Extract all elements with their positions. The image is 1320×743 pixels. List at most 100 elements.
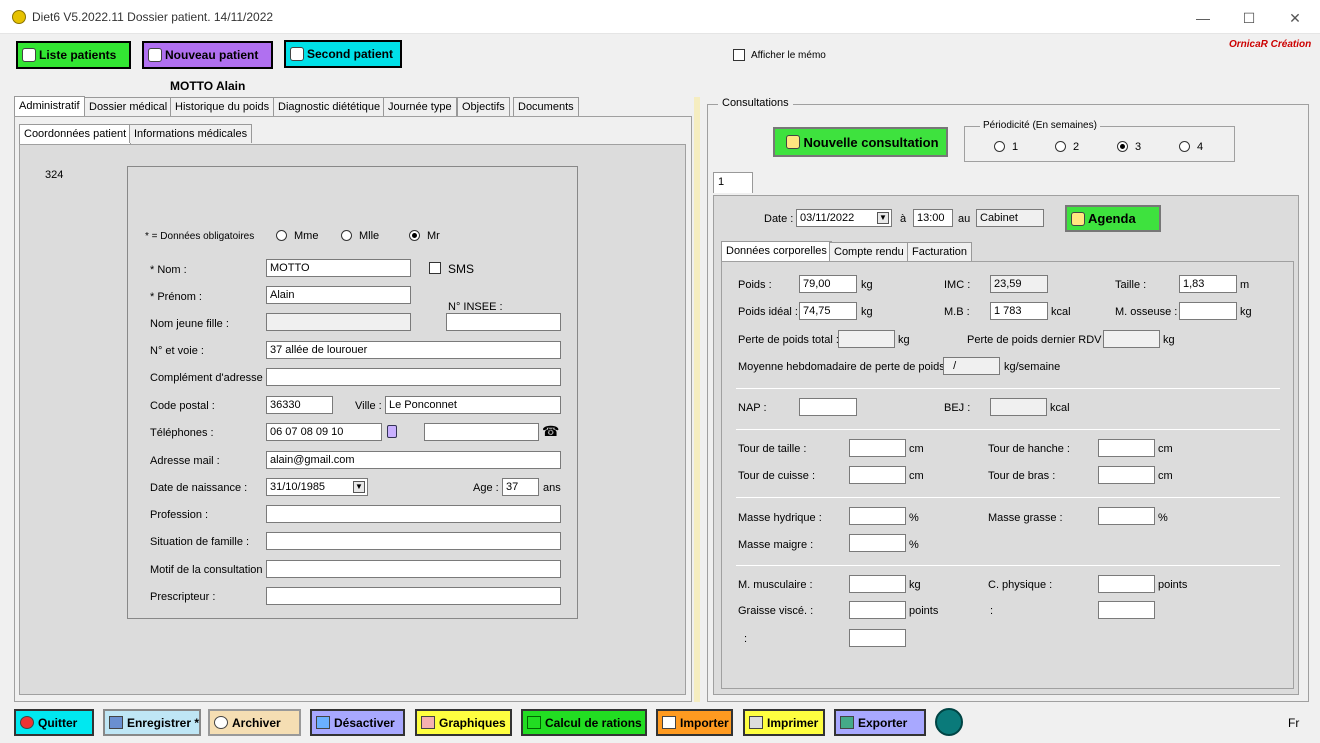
new-consultation-button[interactable]: Nouvelle consultation <box>773 127 948 157</box>
periodicity-1-radio[interactable] <box>994 141 1005 152</box>
tour-cuisse-input[interactable] <box>849 466 906 484</box>
masse-hydrique-input[interactable] <box>849 507 906 525</box>
situation-label: Situation de famille : <box>150 536 250 548</box>
tab-informations-medicales[interactable]: Informations médicales <box>129 124 253 143</box>
export-label: Exporter <box>858 715 908 730</box>
situation-input[interactable] <box>266 532 561 550</box>
archive-button[interactable]: Archiver <box>208 709 301 736</box>
poids-ideal-input[interactable]: 74,75 <box>799 302 857 320</box>
civ-mme-radio[interactable] <box>276 230 287 241</box>
taille-input[interactable]: 1,83 <box>1179 275 1237 293</box>
maximize-button[interactable]: ☐ <box>1234 8 1264 28</box>
tab-journee-type[interactable]: Journée type <box>383 97 457 116</box>
tour-taille-unit: cm <box>909 443 924 455</box>
tab-diagnostic[interactable]: Diagnostic diététique <box>273 97 386 116</box>
memo-checkbox[interactable] <box>733 49 745 61</box>
custom-field-2-label: : <box>744 633 748 645</box>
ville-input[interactable]: Le Ponconnet <box>385 396 561 414</box>
rations-button[interactable]: Calcul de rations <box>521 709 647 736</box>
sms-checkbox[interactable] <box>429 262 441 274</box>
second-patient-button[interactable]: Second patient <box>284 40 402 68</box>
insee-input[interactable] <box>446 313 561 331</box>
graisse-visce-input[interactable] <box>849 601 906 619</box>
list-patients-button[interactable]: Liste patients <box>16 41 131 69</box>
poids-ideal-label: Poids idéal : <box>738 306 798 318</box>
tour-taille-input[interactable] <box>849 439 906 457</box>
close-button[interactable]: ✕ <box>1280 8 1310 28</box>
mail-input[interactable]: alain@gmail.com <box>266 451 561 469</box>
osseuse-label: M. osseuse : <box>1115 306 1178 318</box>
masse-maigre-input[interactable] <box>849 534 906 552</box>
charts-button[interactable]: Graphiques <box>415 709 512 736</box>
chevron-down-icon: ▼ <box>353 481 365 493</box>
perte-total-input[interactable] <box>838 330 895 348</box>
osseuse-input[interactable] <box>1179 302 1237 320</box>
age-input[interactable]: 37 <box>502 478 539 496</box>
masse-hydrique-label: Masse hydrique : <box>738 512 822 524</box>
tab-compte-rendu[interactable]: Compte rendu <box>829 242 909 261</box>
place-input[interactable]: Cabinet <box>976 209 1044 227</box>
bej-input[interactable] <box>990 398 1047 416</box>
minimize-button[interactable]: — <box>1188 8 1218 28</box>
tab-coordonnees[interactable]: Coordonnées patient <box>19 124 132 145</box>
second-patient-label: Second patient <box>307 47 394 61</box>
clock-icon[interactable] <box>935 708 963 736</box>
physique-input[interactable] <box>1098 575 1155 593</box>
tab-historique-poids[interactable]: Historique du poids <box>170 97 275 116</box>
moyenne-input[interactable]: / <box>943 357 1000 375</box>
civ-mr-radio[interactable] <box>409 230 420 241</box>
tab-dossier-medical[interactable]: Dossier médical <box>84 97 173 116</box>
tour-taille-label: Tour de taille : <box>738 443 807 455</box>
custom-field-2-input[interactable] <box>849 629 906 647</box>
tel1-input[interactable]: 06 07 08 09 10 <box>266 423 382 441</box>
splitter[interactable] <box>694 97 700 702</box>
agenda-button[interactable]: Agenda <box>1065 205 1161 232</box>
save-button[interactable]: Enregistrer * <box>103 709 201 736</box>
tour-bras-input[interactable] <box>1098 466 1155 484</box>
masse-grasse-input[interactable] <box>1098 507 1155 525</box>
tab-donnees-corporelles[interactable]: Données corporelles <box>721 241 832 262</box>
quit-button[interactable]: Quitter <box>14 709 94 736</box>
civ-mlle-radio[interactable] <box>341 230 352 241</box>
custom-field-input[interactable] <box>1098 601 1155 619</box>
deactivate-button[interactable]: Désactiver <box>310 709 405 736</box>
dob-select[interactable]: 31/10/1985 ▼ <box>266 478 368 496</box>
perte-rdv-input[interactable] <box>1103 330 1160 348</box>
export-button[interactable]: Exporter <box>834 709 926 736</box>
time-input[interactable]: 13:00 <box>913 209 953 227</box>
tab-objectifs[interactable]: Objectifs <box>457 97 510 116</box>
musculaire-input[interactable] <box>849 575 906 593</box>
patient-id: 324 <box>45 169 64 181</box>
new-patient-button[interactable]: Nouveau patient <box>142 41 273 69</box>
print-button[interactable]: Imprimer <box>743 709 825 736</box>
profession-input[interactable] <box>266 505 561 523</box>
mb-input[interactable]: 1 783 <box>990 302 1048 320</box>
prescripteur-input[interactable] <box>266 587 561 605</box>
periodicity-2-radio[interactable] <box>1055 141 1066 152</box>
nap-input[interactable] <box>799 398 857 416</box>
person-icon <box>148 48 162 62</box>
motif-input[interactable] <box>266 560 561 578</box>
prenom-input[interactable]: Alain <box>266 286 411 304</box>
imc-input[interactable]: 23,59 <box>990 275 1048 293</box>
motif-label: Motif de la consultation : <box>150 564 269 576</box>
import-button[interactable]: Importer <box>656 709 733 736</box>
agenda-label: Agenda <box>1088 211 1136 226</box>
nom-input[interactable]: MOTTO <box>266 259 411 277</box>
complement-input[interactable] <box>266 368 561 386</box>
poids-input[interactable]: 79,00 <box>799 275 857 293</box>
tab-documents[interactable]: Documents <box>513 97 579 116</box>
date-select[interactable]: 03/11/2022 ▼ <box>796 209 892 227</box>
civ-mr-label: Mr <box>427 230 440 242</box>
tab-administratif[interactable]: Administratif <box>14 96 85 117</box>
voie-input[interactable]: 37 allée de lourouer <box>266 341 561 359</box>
tour-hanche-input[interactable] <box>1098 439 1155 457</box>
cp-input[interactable]: 36330 <box>266 396 333 414</box>
brand-label: OrnicaR Création <box>1229 39 1312 50</box>
periodicity-4-radio[interactable] <box>1179 141 1190 152</box>
tab-consultation-1[interactable]: 1 <box>713 172 753 193</box>
jeune-fille-input[interactable] <box>266 313 411 331</box>
periodicity-3-radio[interactable] <box>1117 141 1128 152</box>
tel2-input[interactable] <box>424 423 539 441</box>
tab-facturation[interactable]: Facturation <box>907 242 973 261</box>
